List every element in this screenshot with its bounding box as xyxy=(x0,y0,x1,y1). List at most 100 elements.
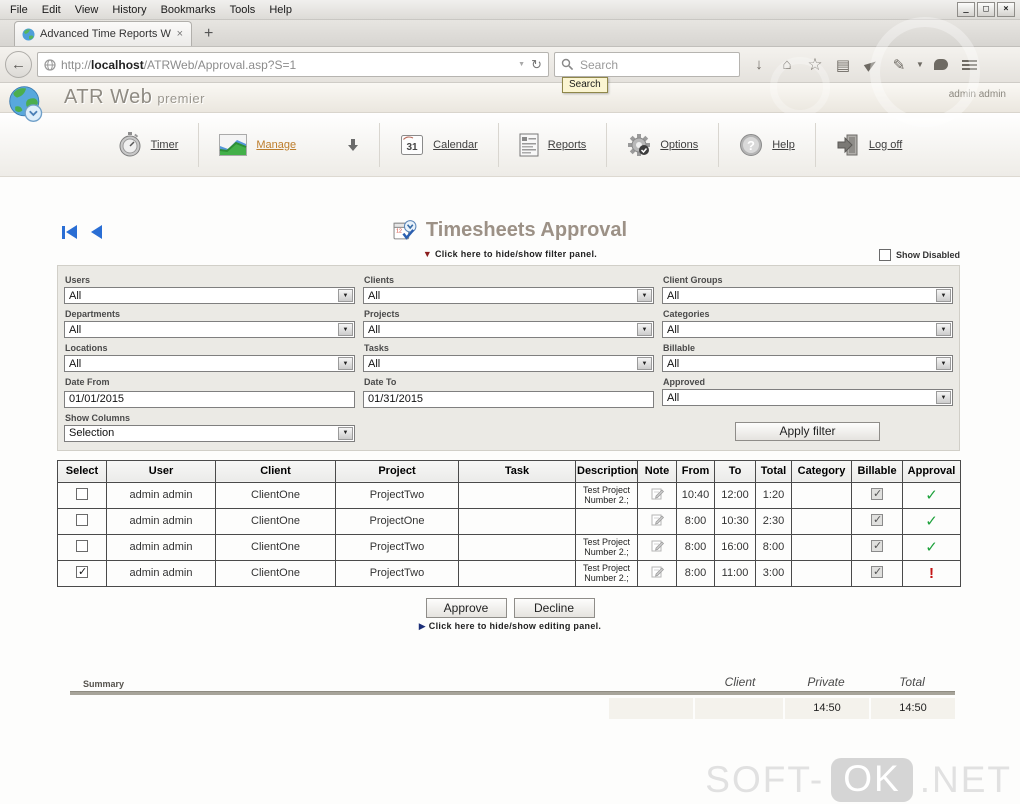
dropdown-arrow-icon[interactable]: ▼ xyxy=(637,289,652,302)
col-approval: Approval xyxy=(902,459,961,483)
first-page-icon[interactable] xyxy=(62,225,77,239)
note-edit-icon[interactable] xyxy=(651,487,664,500)
menu-tools[interactable]: Tools xyxy=(223,2,263,18)
note-edit-icon[interactable] xyxy=(651,539,664,552)
locations-label: Locations xyxy=(65,343,108,353)
menu-file[interactable]: File xyxy=(3,2,35,18)
dropdown-arrow-icon[interactable]: ▼ xyxy=(338,426,353,440)
tasks-select[interactable]: All ▼ xyxy=(363,355,654,372)
bookmark-star-icon[interactable]: ☆ xyxy=(801,52,829,78)
menu-bookmarks[interactable]: Bookmarks xyxy=(154,2,223,18)
url-dropdown-icon[interactable]: ▼ xyxy=(518,61,525,68)
apply-filter-button[interactable]: Apply filter xyxy=(735,421,880,441)
nav-label-calendar: Calendar xyxy=(433,138,478,151)
cell-task xyxy=(458,533,576,561)
nav-item-timer[interactable]: Timer xyxy=(98,122,200,167)
categories-select[interactable]: All ▼ xyxy=(662,321,953,338)
reload-icon[interactable]: ↻ xyxy=(531,57,542,73)
close-button[interactable]: × xyxy=(997,2,1015,17)
maximize-button[interactable]: □ xyxy=(977,2,995,17)
billable-label: Billable xyxy=(663,343,696,353)
menu-history[interactable]: History xyxy=(105,2,153,18)
search-input[interactable] xyxy=(578,56,698,73)
new-tab-button[interactable]: + xyxy=(192,25,225,46)
page-actions-icon[interactable]: ✎ xyxy=(885,53,913,77)
menu-view[interactable]: View xyxy=(68,2,106,18)
summary-divider xyxy=(70,690,955,695)
tab-title: Advanced Time Reports Web ... xyxy=(40,28,171,40)
download-icon[interactable]: ↓ xyxy=(745,53,773,76)
summary-label: Summary xyxy=(83,678,125,689)
locations-select[interactable]: All ▼ xyxy=(64,355,355,372)
clients-select[interactable]: All ▼ xyxy=(363,287,654,304)
nav-item-manage[interactable]: Manage xyxy=(199,122,381,167)
dropdown-arrow-icon[interactable]: ▼ xyxy=(936,357,951,370)
url-bar[interactable]: http://localhost/ATRWeb/Approval.asp?S=1… xyxy=(37,52,549,77)
date-from-input[interactable] xyxy=(64,390,355,408)
nav-item-help[interactable]: ? Help xyxy=(719,122,816,167)
search-box[interactable] xyxy=(554,52,740,77)
chevron-down-icon[interactable]: ▼ xyxy=(913,57,927,72)
billable-checkbox xyxy=(871,487,883,500)
home-icon[interactable]: ⌂ xyxy=(773,53,801,76)
decline-button[interactable]: Decline xyxy=(513,597,595,618)
previous-page-icon[interactable] xyxy=(91,225,102,239)
dropdown-arrow-icon[interactable]: ▼ xyxy=(637,323,652,336)
calendar-icon: 31 xyxy=(401,134,424,155)
dropdown-arrow-icon[interactable]: ▼ xyxy=(936,289,951,302)
manage-chart-icon xyxy=(219,133,248,156)
nav-item-calendar[interactable]: 31 Calendar xyxy=(380,122,499,167)
note-edit-icon[interactable] xyxy=(651,565,664,578)
date-to-input[interactable] xyxy=(363,390,654,408)
row-select-checkbox[interactable] xyxy=(76,513,88,526)
row-select-checkbox[interactable] xyxy=(76,487,88,500)
tab-close-icon[interactable]: × xyxy=(176,28,184,40)
nav-item-options[interactable]: Options xyxy=(607,122,720,167)
departments-select[interactable]: All ▼ xyxy=(64,321,355,338)
triangle-down-icon: ▼ xyxy=(422,249,433,259)
menu-edit[interactable]: Edit xyxy=(35,2,68,18)
approve-button[interactable]: Approve xyxy=(425,597,507,618)
users-select[interactable]: All ▼ xyxy=(64,287,355,304)
back-icon[interactable]: ← xyxy=(5,51,32,78)
cell-user: admin admin xyxy=(106,533,216,561)
tab-advanced-time-reports[interactable]: Advanced Time Reports Web ... × xyxy=(14,21,192,46)
dropdown-arrow-icon[interactable]: ▼ xyxy=(936,323,951,336)
table-row: admin admin ClientOne ProjectTwo Test Pr… xyxy=(57,559,961,587)
approval-status-icon: ! xyxy=(929,564,934,582)
dropdown-arrow-icon[interactable]: ▼ xyxy=(338,357,353,370)
show-columns-select[interactable]: Selection ▼ xyxy=(64,424,355,442)
bookmarks-clipboard-icon[interactable]: ▤ xyxy=(829,53,857,77)
show-disabled-toggle[interactable]: Show Disabled xyxy=(878,249,960,261)
editing-panel-toggle[interactable]: ▶ Click here to hide/show editing panel. xyxy=(0,621,1020,635)
projects-select[interactable]: All ▼ xyxy=(363,321,654,338)
soft-ok-net-watermark: SOFT- OK .NET xyxy=(705,758,1012,802)
row-select-checkbox[interactable] xyxy=(76,539,88,552)
col-total: Total xyxy=(755,459,792,483)
cell-from: 10:40 xyxy=(676,481,715,509)
client-groups-select[interactable]: All ▼ xyxy=(662,287,953,304)
log-off-door-icon xyxy=(837,134,858,155)
menu-icon[interactable] xyxy=(955,55,983,75)
dropdown-arrow-icon[interactable]: ▼ xyxy=(936,391,951,404)
atr-globe-clock-logo xyxy=(9,86,43,122)
dropdown-arrow-icon[interactable]: ▼ xyxy=(338,289,353,302)
nav-item-logoff[interactable]: Log off xyxy=(816,123,922,167)
dropdown-arrow-icon[interactable]: ▼ xyxy=(637,357,652,370)
dropdown-arrow-icon[interactable]: ▼ xyxy=(338,323,353,336)
manage-dropdown-arrow-icon[interactable] xyxy=(347,138,359,152)
send-icon[interactable] xyxy=(857,57,885,72)
minimize-button[interactable]: _ xyxy=(957,2,975,17)
chat-icon[interactable] xyxy=(927,56,955,73)
menu-help[interactable]: Help xyxy=(262,2,299,18)
row-select-checkbox[interactable] xyxy=(76,565,88,578)
cell-total: 8:00 xyxy=(755,533,792,561)
filter-panel-toggle[interactable]: ▼ Click here to hide/show filter panel. xyxy=(0,249,1020,263)
billable-select[interactable]: All ▼ xyxy=(662,355,953,372)
approved-select[interactable]: All ▼ xyxy=(662,389,953,406)
show-disabled-checkbox[interactable] xyxy=(878,249,891,261)
note-edit-icon[interactable] xyxy=(651,513,664,526)
reports-document-icon xyxy=(519,133,539,156)
nav-item-reports[interactable]: Reports xyxy=(499,122,608,167)
cell-client: ClientOne xyxy=(215,559,336,587)
